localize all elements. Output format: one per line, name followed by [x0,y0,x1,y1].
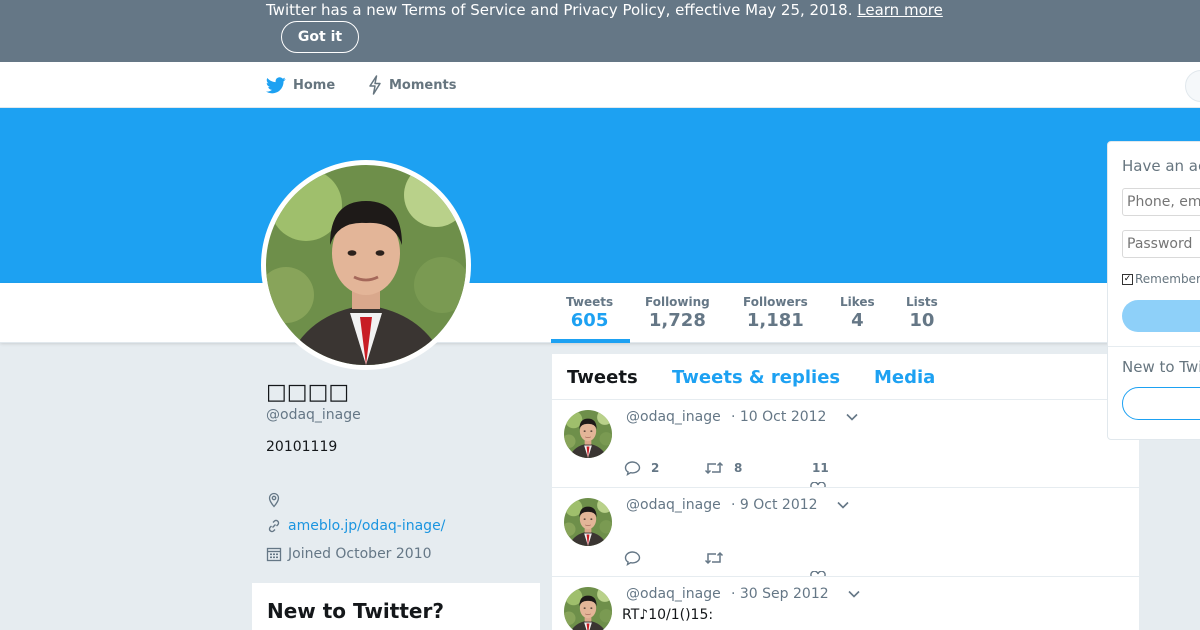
tweet-avatar[interactable] [564,498,612,546]
lightning-icon [369,75,381,95]
profile-cover [0,108,1200,283]
chevron-down-icon[interactable] [847,587,861,601]
timeline-tabs: Tweets Tweets & replies Media [552,354,1139,400]
tweet-handle[interactable]: @odaq_inage [626,586,721,602]
active-stat-underline [551,339,630,343]
profile-location [266,492,288,508]
learn-more-link[interactable]: Learn more [857,1,943,19]
like-count: 11 [812,461,829,475]
tweet-date[interactable]: · 10 Oct 2012 [731,409,826,425]
phone-email-input[interactable] [1122,188,1200,216]
tweet-handle[interactable]: @odaq_inage [626,409,721,425]
profile-url-link[interactable]: ameblo.jp/odaq-inage/ [288,518,445,534]
tos-banner: Twitter has a new Terms of Service and P… [0,0,1200,62]
retweet-icon [704,551,724,565]
stat-label: Tweets [566,295,614,309]
tweet-item[interactable]: @odaq_inage · 10 Oct 2012 2 8 11 [552,400,1139,488]
login-card: Have an ac ✓ Remember New to Twit [1107,141,1200,440]
profile-bio: 20101119 [266,439,338,455]
stat-lists[interactable]: Lists 10 [906,295,938,332]
retweet-count: 8 [734,461,743,475]
stat-label: Likes [840,295,875,309]
profile-avatar[interactable] [261,160,471,370]
profile-stats-bar: Tweets 605 Following 1,728 Followers 1,1… [0,283,1200,343]
profile-joined-text: Joined October 2010 [288,546,432,562]
stat-followers[interactable]: Followers 1,181 [743,295,808,332]
retweet-action[interactable]: 8 [704,460,742,476]
reply-action[interactable] [624,550,651,566]
tweet-avatar[interactable] [564,587,612,630]
profile-joined: Joined October 2010 [266,546,432,562]
stat-value: 1,728 [648,310,706,331]
stat-following[interactable]: Following 1,728 [645,295,710,332]
tweet-date[interactable]: · 9 Oct 2012 [731,497,818,513]
tweet-date[interactable]: · 30 Sep 2012 [731,586,829,602]
profile-url: ameblo.jp/odaq-inage/ [266,518,445,534]
tweet-item[interactable]: @odaq_inage · 9 Oct 2012 [552,488,1139,577]
stat-value: 10 [909,310,935,331]
stat-label: Followers [743,295,808,309]
banner-text-line: Twitter has a new Terms of Service and P… [266,1,943,19]
new-to-twitter-card: New to Twitter? [252,583,540,630]
reply-count: 2 [651,461,660,475]
retweet-action[interactable] [704,550,734,566]
reply-icon [624,551,641,566]
new-to-twitter-title: New to Twitter? [267,599,444,623]
nav-moments[interactable]: Moments [368,62,456,108]
stat-label: Following [645,295,710,309]
banner-message: Twitter has a new Terms of Service and P… [266,1,853,19]
tweet-avatar[interactable] [564,410,612,458]
remember-me[interactable]: ✓ Remember [1122,272,1200,286]
tweet-handle[interactable]: @odaq_inage [626,497,721,513]
chevron-down-icon[interactable] [836,498,850,512]
top-nav: Home Moments [0,62,1200,108]
got-it-button[interactable]: Got it [281,21,359,53]
new-to-twitter-label: New to Twit [1122,358,1200,376]
avatar-photo [266,165,466,365]
login-heading: Have an ac [1122,157,1200,175]
reply-action[interactable]: 2 [624,460,659,476]
tab-media[interactable]: Media [874,367,935,389]
signup-button[interactable] [1122,387,1200,420]
remember-checkbox[interactable]: ✓ [1122,273,1133,285]
twitter-bird-icon [266,76,286,93]
stat-value: 605 [570,310,609,331]
stat-likes[interactable]: Likes 4 [840,295,875,332]
search-input[interactable] [1185,70,1200,102]
link-icon [268,519,280,533]
stat-value: 1,181 [746,310,804,331]
location-pin-icon [268,492,280,508]
profile-name: □□□□ [266,380,350,405]
timeline: Tweets Tweets & replies Media @odaq_inag… [552,354,1139,630]
login-button[interactable] [1122,300,1200,332]
reply-icon [624,461,641,476]
tab-tweets[interactable]: Tweets [567,367,638,389]
tweet-text: RT♪10/1()15: [622,607,714,623]
login-divider [1108,346,1200,347]
nav-home-label: Home [293,77,336,93]
tweet-item[interactable]: @odaq_inage · 30 Sep 2012 RT♪10/1()15: [552,577,1139,630]
stat-value: 4 [851,310,864,331]
calendar-icon [266,547,282,562]
tab-tweets-replies[interactable]: Tweets & replies [672,367,840,389]
chevron-down-icon[interactable] [845,410,859,424]
password-input[interactable] [1122,230,1200,258]
nav-home[interactable]: Home [266,62,335,108]
stat-tweets[interactable]: Tweets 605 [566,295,613,332]
retweet-icon [704,461,724,475]
nav-moments-label: Moments [389,77,457,93]
profile-handle[interactable]: @odaq_inage [266,407,361,423]
stat-label: Lists [906,295,938,309]
remember-label: Remember [1135,272,1200,286]
